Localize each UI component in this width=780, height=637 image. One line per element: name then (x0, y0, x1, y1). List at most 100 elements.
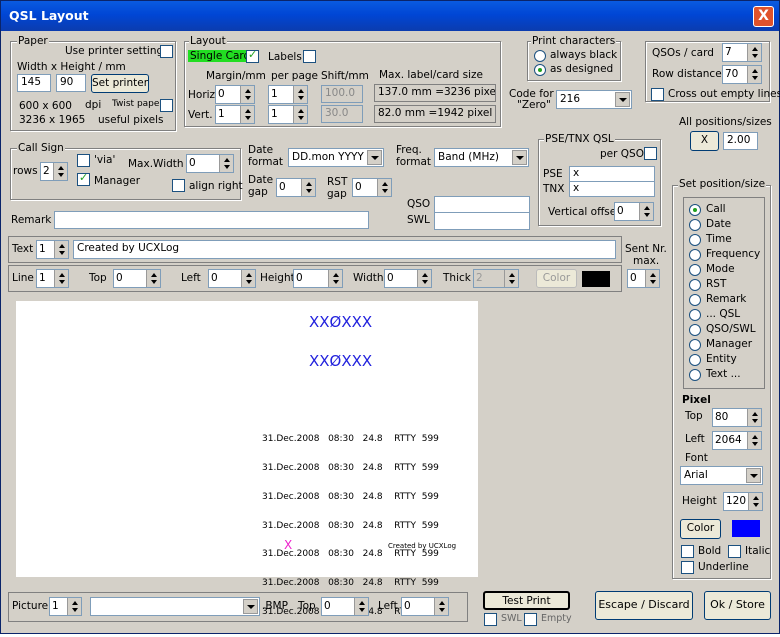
preview-created-by: Created by UCXLog (388, 542, 457, 550)
text-content-input[interactable]: Created by UCXLog (73, 240, 616, 259)
position-radio-9[interactable] (689, 339, 701, 351)
empty-checkbox[interactable] (524, 613, 537, 626)
font-color-button[interactable]: Color (680, 519, 721, 539)
paper-group-title: Paper (17, 35, 49, 47)
italic-checkbox[interactable] (728, 545, 741, 558)
rows-label: rows (13, 165, 38, 177)
cross-out-checkbox[interactable] (651, 88, 664, 101)
bold-label: Bold (698, 545, 722, 557)
max-height-mm: 82.0 mm (378, 107, 426, 119)
max-width-label: Max.Width (128, 158, 184, 170)
pixel-size-value: 3236 x 1965 (15, 112, 95, 130)
use-printer-checkbox[interactable] (160, 45, 173, 58)
position-radio-5[interactable] (689, 279, 701, 291)
ok-store-button[interactable]: Ok / Store (704, 591, 771, 620)
max-width-spinner[interactable]: 0 (186, 154, 234, 173)
position-radio-label: Text ... (706, 368, 741, 380)
rows-spinner[interactable]: 2 (40, 162, 68, 181)
pos-left-label: Left (685, 433, 705, 445)
rst-gap-spinner[interactable]: 0 (352, 178, 392, 197)
code-zero-select[interactable]: 216 (556, 90, 632, 109)
date-format-label: Date (248, 144, 274, 156)
underline-checkbox[interactable] (681, 561, 694, 574)
pos-left-spinner[interactable]: 2064 (712, 431, 762, 450)
line-height-spinner[interactable]: 0 (293, 269, 343, 288)
line-width-spinner[interactable]: 0 (384, 269, 432, 288)
picture-file-select[interactable] (90, 597, 260, 616)
horiz-shift-input[interactable]: 100.0 (321, 85, 363, 103)
line-top-spinner[interactable]: 0 (113, 269, 161, 288)
escape-discard-button[interactable]: Escape / Discard (595, 591, 693, 620)
position-radio-label: RST (706, 278, 727, 290)
freq-format-select[interactable]: Band (MHz) (434, 148, 529, 167)
vert-margin-spinner[interactable]: 1 (215, 105, 255, 124)
position-radio-6[interactable] (689, 294, 701, 306)
line-left-spinner[interactable]: 0 (208, 269, 256, 288)
font-select[interactable]: Arial (680, 466, 763, 485)
manager-checkbox[interactable] (77, 171, 90, 186)
paper-height-input[interactable]: 90 (56, 74, 86, 92)
line-number-spinner[interactable]: 1 (36, 269, 69, 288)
all-positions-button[interactable]: X (690, 131, 719, 151)
twist-paper-checkbox[interactable] (160, 99, 173, 112)
position-radio-2[interactable] (689, 234, 701, 246)
vert-per-page-spinner[interactable]: 1 (268, 105, 308, 124)
bold-checkbox[interactable] (681, 545, 694, 558)
position-radio-7[interactable] (689, 309, 701, 321)
line-thick-spinner[interactable]: 2 (473, 269, 519, 288)
title-bar: QSL Layout X (1, 1, 779, 31)
row-distance-spinner[interactable]: 70 (722, 65, 762, 84)
picture-label: Picture (12, 600, 49, 612)
horiz-margin-spinner[interactable]: 0 (215, 85, 255, 104)
swl-checkbox[interactable] (484, 613, 497, 626)
text-number-spinner[interactable]: 1 (36, 240, 69, 259)
position-radio-4[interactable] (689, 264, 701, 276)
qsos-per-card-spinner[interactable]: 7 (722, 43, 762, 62)
position-radio-1[interactable] (689, 219, 701, 231)
position-radio-11[interactable] (689, 369, 701, 381)
all-positions-input[interactable]: 2.00 (723, 132, 758, 150)
as-designed-radio[interactable] (534, 64, 546, 76)
remark-input[interactable] (54, 211, 369, 229)
qsl-layout-window: QSL Layout X Paper Use printer settings … (0, 0, 780, 634)
font-height-spinner[interactable]: 120 (723, 492, 763, 511)
align-right-checkbox[interactable] (172, 179, 185, 192)
date-format-select[interactable]: DD.mon YYYY (288, 148, 384, 167)
picture-left-spinner[interactable]: 0 (401, 597, 449, 616)
align-right-label: align right (189, 180, 243, 192)
call-sign-title: Call Sign (17, 142, 65, 154)
tnx-input[interactable]: x (569, 181, 655, 197)
position-radio-8[interactable] (689, 324, 701, 336)
always-black-radio[interactable] (534, 50, 546, 62)
swl-print-label: SWL (501, 613, 522, 624)
pos-top-spinner[interactable]: 80 (712, 408, 762, 427)
position-radio-10[interactable] (689, 354, 701, 366)
swl-text-input[interactable] (434, 212, 530, 230)
bmp-label: .BMP (262, 600, 288, 612)
line-color-button[interactable]: Color (536, 269, 577, 288)
position-radio-0[interactable] (689, 204, 701, 216)
labels-checkbox[interactable] (303, 50, 316, 63)
rst-gap-label: RST (327, 176, 348, 188)
via-checkbox[interactable] (77, 154, 90, 167)
close-button[interactable]: X (753, 6, 774, 27)
vertical-offset-spinner[interactable]: 0 (614, 202, 654, 221)
set-printer-button[interactable]: Set printer (91, 74, 149, 93)
date-gap-spinner[interactable]: 0 (276, 178, 316, 197)
via-label: 'via' (94, 154, 116, 166)
test-print-button[interactable]: Test Print (483, 591, 570, 610)
sent-nr-spinner[interactable]: 0 (627, 269, 660, 288)
sent-nr-label: Sent Nr. (625, 243, 667, 255)
picture-top-spinner[interactable]: 0 (321, 597, 369, 616)
pse-input[interactable]: x (569, 166, 655, 182)
freq-format-label: Freq. (396, 144, 422, 156)
horiz-per-page-spinner[interactable]: 1 (268, 85, 308, 104)
position-radio-3[interactable] (689, 249, 701, 261)
per-qso-checkbox[interactable] (644, 147, 657, 160)
vert-shift-input[interactable]: 30.0 (321, 105, 363, 123)
picture-number-spinner[interactable]: 1 (49, 597, 82, 616)
single-card-checkbox[interactable] (246, 48, 259, 63)
paper-width-input[interactable]: 145 (17, 74, 51, 92)
tnx-label: TNX (543, 183, 565, 195)
labels-label: Labels (268, 51, 302, 63)
